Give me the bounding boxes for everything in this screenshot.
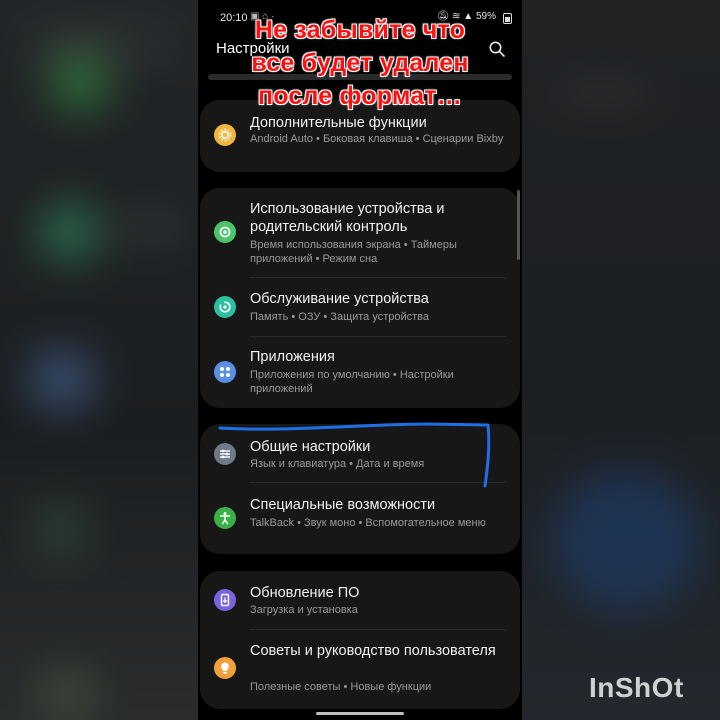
status-bar: 20:10 ▣ ⌂ · 🔕︎ ≋ ▲ 59% — [198, 8, 522, 28]
item-subtitle: Язык и клавиатура • Дата и время — [250, 458, 425, 470]
settings-card-advanced: Дополнительные функции Android Auto • Бо… — [200, 100, 520, 172]
battery-icon — [503, 13, 512, 24]
gesture-nav-handle[interactable] — [316, 712, 404, 715]
item-title: Специальные возможности — [250, 497, 436, 513]
settings-item-digital-wellbeing[interactable]: Использование устройства и родительский … — [200, 188, 520, 276]
signal-icon: ▲ — [463, 11, 474, 22]
settings-card-updates: Обновление ПО Загрузка и установка Совет… — [200, 571, 520, 709]
star-gear-icon — [214, 124, 236, 146]
settings-item-general-management[interactable]: Общие настройки Язык и клавиатура • Дата… — [200, 424, 520, 482]
software-update-icon — [214, 589, 236, 611]
item-subtitle: Загрузка и установка — [250, 604, 358, 616]
overlay-caption: Не забывйте что все будет удален после ф… — [198, 14, 522, 113]
phone-screen: 20:10 ▣ ⌂ · 🔕︎ ≋ ▲ 59% Настройки Дополни… — [198, 0, 522, 720]
item-title: Советы и руководство пользователя — [250, 643, 496, 659]
settings-card-device: Использование устройства и родительский … — [200, 188, 520, 408]
item-subtitle: Приложения по умолчанию • Настройки прил… — [250, 369, 454, 395]
mute-icon: 🔕︎ — [436, 11, 450, 22]
settings-card-general: Общие настройки Язык и клавиатура • Дата… — [200, 424, 520, 554]
scrollbar[interactable] — [517, 190, 520, 260]
apps-icon — [214, 361, 236, 383]
battery-percent: 59% — [475, 11, 496, 22]
collapsed-card-edge — [208, 74, 512, 80]
device-care-icon — [214, 296, 236, 318]
item-subtitle: Android Auto • Боковая клавиша • Сценари… — [250, 133, 504, 145]
settings-item-software-update[interactable]: Обновление ПО Загрузка и установка — [200, 571, 520, 629]
page-title: Настройки — [216, 40, 290, 57]
accessibility-icon — [214, 507, 236, 529]
search-icon[interactable] — [488, 40, 506, 58]
settings-item-accessibility[interactable]: Специальные возможности TalkBack • Звук … — [200, 483, 520, 554]
settings-item-tips[interactable]: Советы и руководство пользователя Полезн… — [200, 630, 520, 709]
item-title: Общие настройки — [250, 439, 371, 455]
wifi-icon: ≋ — [452, 11, 461, 22]
settings-item-device-care[interactable]: Обслуживание устройства Память • ОЗУ • З… — [200, 278, 520, 336]
notification-icons: ▣ ⌂ · — [250, 11, 275, 22]
status-right-icons: 🔕︎ ≋ ▲ 59% — [437, 11, 496, 22]
item-subtitle: Память • ОЗУ • Защита устройства — [250, 311, 430, 323]
item-title: Приложения — [250, 349, 335, 365]
blurred-backdrop-right — [522, 0, 720, 720]
settings-item-apps[interactable]: Приложения Приложения по умолчанию • Нас… — [200, 337, 520, 408]
item-title: Дополнительные функции — [250, 115, 427, 131]
item-subtitle: TalkBack • Звук моно • Вспомогательное м… — [250, 517, 486, 529]
item-title: Обслуживание устройства — [250, 291, 429, 307]
inshot-watermark: InShOt — [589, 672, 684, 703]
blurred-backdrop-left — [0, 0, 198, 720]
status-time: 20:10 — [220, 12, 248, 24]
item-title: Использование устройства и родительский … — [250, 201, 445, 235]
sliders-icon — [214, 443, 236, 465]
settings-item-advanced-features[interactable]: Дополнительные функции Android Auto • Бо… — [200, 100, 520, 172]
item-subtitle: Полезные советы • Новые функции — [250, 681, 432, 693]
item-subtitle: Время использования экрана • Таймеры при… — [250, 239, 457, 265]
digital-wellbeing-icon — [214, 221, 236, 243]
lightbulb-icon — [214, 657, 236, 679]
item-title: Обновление ПО — [250, 585, 360, 601]
